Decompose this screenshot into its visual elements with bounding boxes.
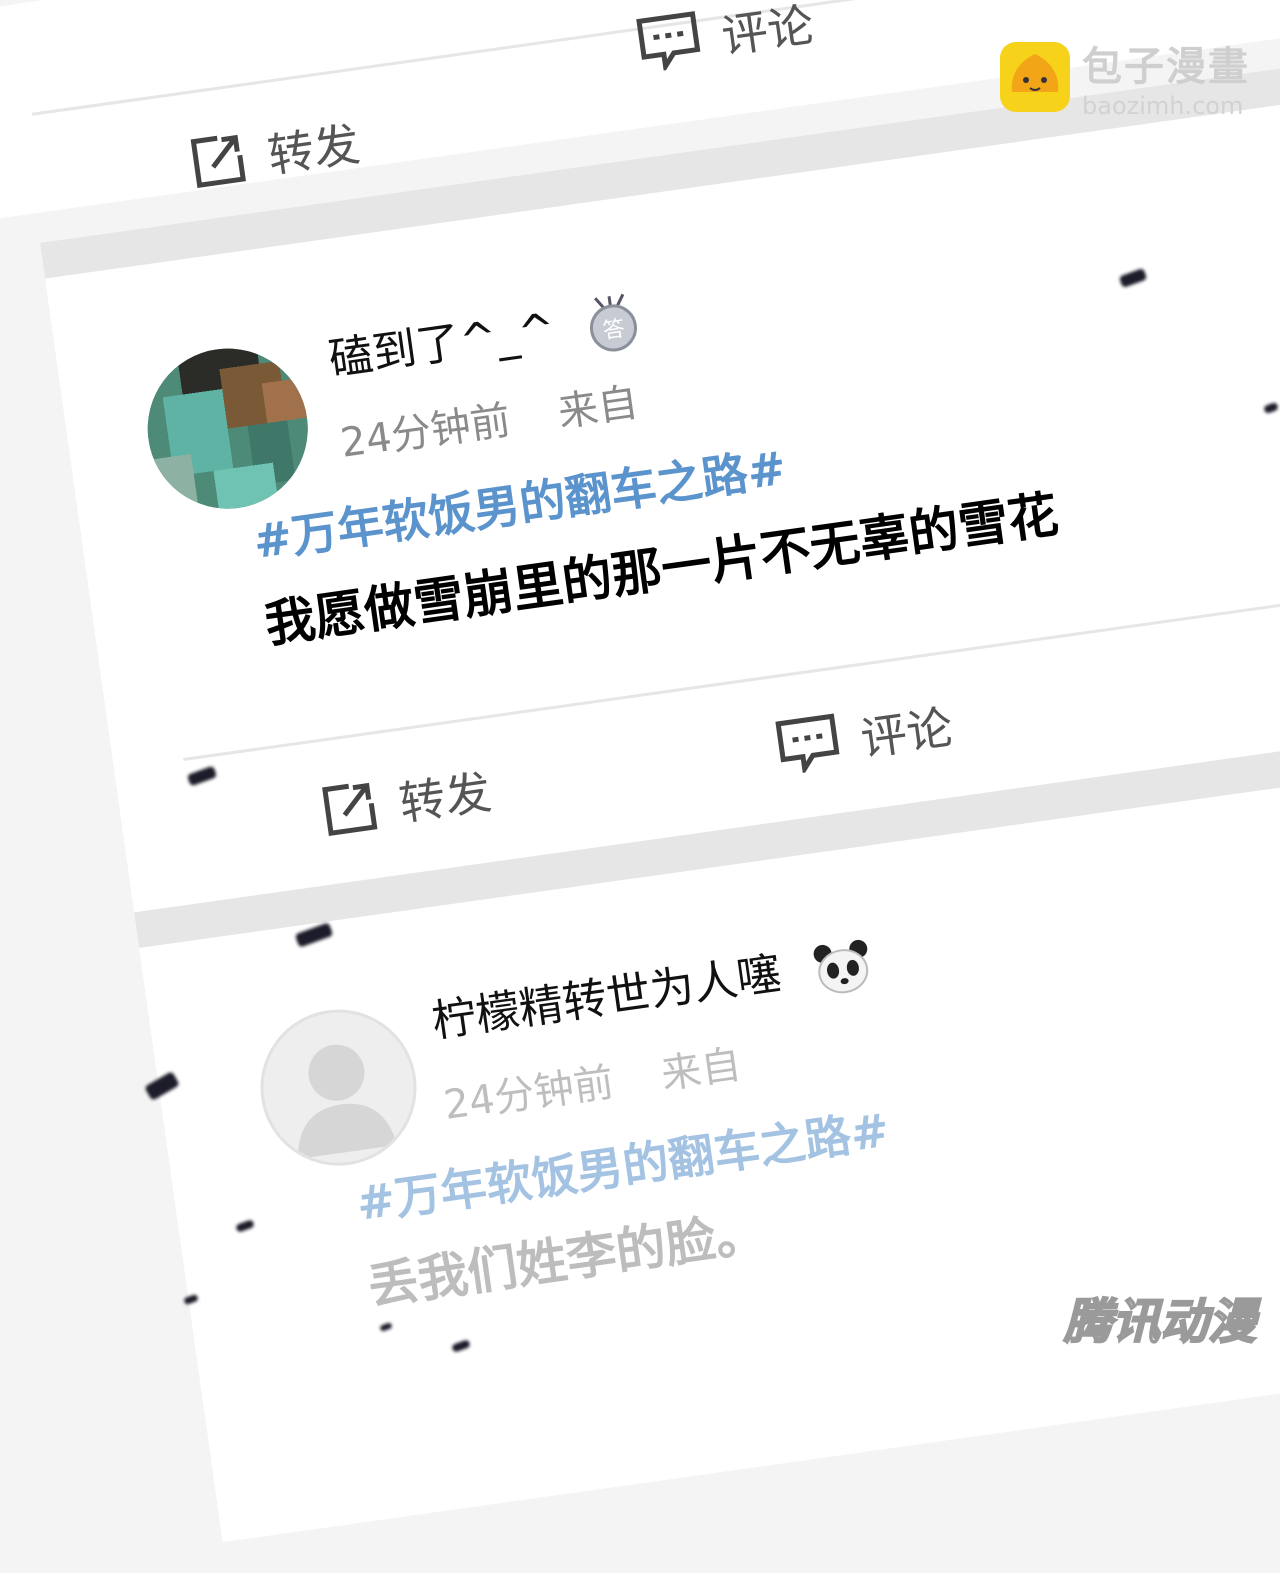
site-watermark: 包子漫畫 baozimh.com: [1000, 34, 1250, 120]
comment-icon: [636, 11, 701, 74]
comment-icon: [775, 713, 840, 776]
comment-label: 评论: [718, 0, 817, 64]
repost-label: 转发: [264, 116, 364, 184]
comment-label: 评论: [857, 699, 957, 767]
post-source: 来自: [658, 1041, 745, 1099]
medal-icon: 答: [589, 293, 637, 352]
comment-button[interactable]: 评论: [634, 0, 817, 78]
repost-label: 转发: [395, 764, 495, 832]
panda-icon: [813, 939, 869, 994]
share-icon: [322, 782, 378, 837]
watermark-url: baozimh.com: [1082, 92, 1244, 120]
bun-logo-icon: [1000, 42, 1070, 112]
corner-logo: 腾讯动漫: [1063, 1293, 1257, 1351]
share-icon: [190, 134, 246, 188]
watermark-name: 包子漫畫: [1082, 44, 1250, 90]
svg-text:答: 答: [601, 317, 626, 345]
post-source: 来自: [555, 379, 641, 437]
watermark-text: 包子漫畫 baozimh.com: [1082, 34, 1250, 120]
